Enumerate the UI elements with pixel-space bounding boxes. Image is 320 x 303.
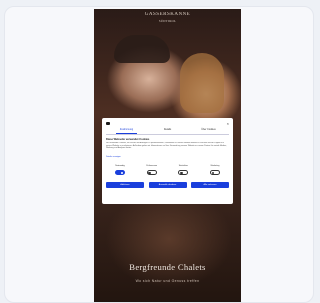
close-icon[interactable]: × — [227, 121, 229, 126]
tab-details[interactable]: Details — [147, 128, 188, 134]
allow-all-button[interactable]: Alle zulassen — [191, 182, 229, 188]
site-logo[interactable]: GASSERSKANNE SÜDTIROL — [94, 12, 241, 24]
consent-title: Diese Webseite verwendet Cookies — [106, 138, 150, 141]
consent-buttons: Ablehnen Auswahl erlauben Alle zulassen — [106, 182, 229, 188]
mobile-viewport: GASSERSKANNE SÜDTIROL × Zustimmung Detai… — [94, 9, 241, 302]
browser-frame: GASSERSKANNE SÜDTIROL × Zustimmung Detai… — [4, 6, 314, 303]
necessary-toggle-switch[interactable] — [115, 170, 125, 175]
brand-subtitle: SÜDTIROL — [158, 19, 177, 23]
consent-toggle-row: Notwendig Präferenzen Statistiken Market… — [106, 165, 229, 175]
statistics-toggle-switch[interactable] — [178, 170, 189, 175]
consent-body-text: Wir verwenden Cookies, um Inhalte und An… — [106, 142, 227, 150]
hero-subtitle: Wo sich Natur und Genuss treffen — [135, 279, 200, 283]
toggle-label: Marketing — [210, 165, 220, 167]
allow-selection-button[interactable]: Auswahl erlauben — [148, 182, 187, 188]
background-photo-person — [114, 35, 170, 63]
decline-button[interactable]: Ablehnen — [106, 182, 144, 188]
toggle-label: Präferenzen — [146, 165, 158, 167]
consent-tabs: Zustimmung Details Über Cookies — [106, 128, 229, 135]
hero-title: Bergfreunde Chalets — [129, 262, 206, 272]
toggle-marketing: Marketing — [203, 165, 227, 175]
preferences-toggle-switch[interactable] — [146, 170, 157, 175]
toggle-label: Statistiken — [178, 165, 188, 167]
background-photo-person — [180, 53, 224, 113]
toggle-statistics: Statistiken — [171, 165, 195, 175]
show-details-link[interactable]: Details anzeigen — [106, 156, 229, 159]
tab-consent[interactable]: Zustimmung — [106, 128, 147, 134]
cookiebot-logo-icon — [106, 122, 110, 125]
consent-header: × — [106, 121, 229, 126]
toggle-necessary: Notwendig — [108, 165, 132, 175]
cookie-consent-dialog: × Zustimmung Details Über Cookies Diese … — [102, 118, 233, 204]
marketing-toggle-switch[interactable] — [209, 170, 220, 175]
toggle-preferences: Präferenzen — [140, 165, 164, 175]
toggle-label: Notwendig — [115, 165, 125, 167]
tab-about-cookies[interactable]: Über Cookies — [188, 128, 229, 134]
